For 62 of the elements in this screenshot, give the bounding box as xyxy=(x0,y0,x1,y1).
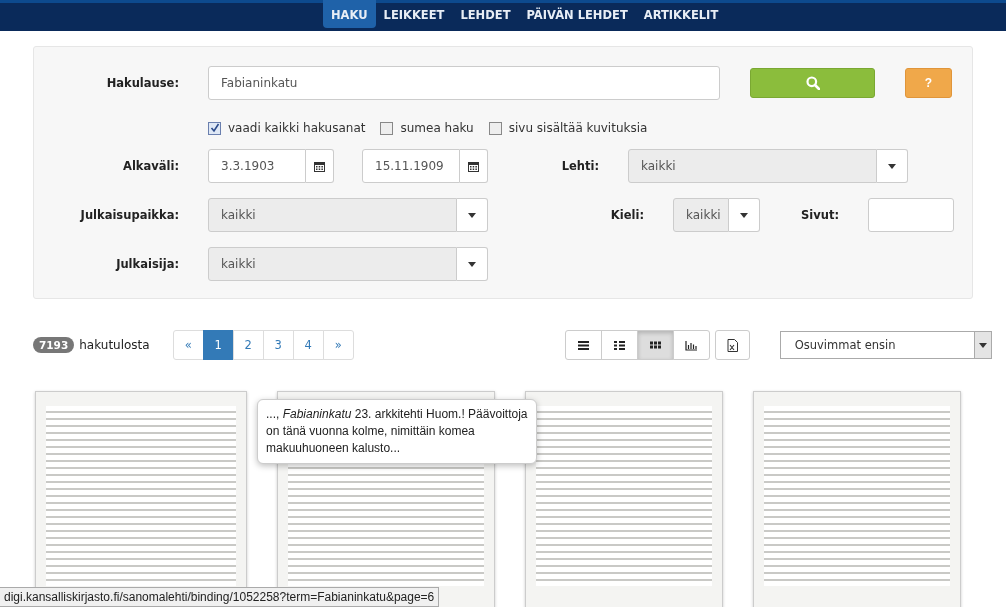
start-date-field[interactable]: 3.3.1903 xyxy=(208,149,306,183)
caret-icon xyxy=(740,212,748,218)
checkbox[interactable] xyxy=(488,121,502,135)
page-link[interactable]: 1 xyxy=(202,330,234,360)
checkbox[interactable] xyxy=(380,121,394,135)
nav-tab[interactable]: LEHDET xyxy=(452,0,519,28)
page-link[interactable]: 3 xyxy=(262,330,294,360)
dropdown-button[interactable] xyxy=(729,198,760,232)
calendar-button[interactable] xyxy=(306,149,334,183)
calendar-icon xyxy=(314,160,325,172)
field-label: Julkaisija: xyxy=(114,257,179,271)
field-label: Alkaväli: xyxy=(122,159,179,173)
checkbox-label[interactable]: sivu sisältää kuvituksia xyxy=(508,121,648,135)
select-field[interactable]: kaikki xyxy=(208,198,457,232)
grid-view-button[interactable] xyxy=(636,330,674,360)
caret-icon xyxy=(468,212,476,218)
dropdown-button[interactable] xyxy=(877,149,908,183)
page-link[interactable]: 4 xyxy=(292,330,324,360)
checkbox-label[interactable]: sumea haku xyxy=(400,121,474,135)
grid-icon xyxy=(648,339,662,351)
field-label: Sivut: xyxy=(800,208,839,222)
select-field[interactable]: kaikki xyxy=(628,149,877,183)
calendar-icon xyxy=(468,160,479,172)
list-icon xyxy=(576,339,590,351)
select-field[interactable]: kaikki xyxy=(673,198,729,232)
nav-tab[interactable]: ARTIKKELIT xyxy=(635,0,727,28)
result-count-label: hakutulosta xyxy=(79,338,150,352)
detail-list-icon xyxy=(612,339,626,351)
caret-icon xyxy=(888,163,896,169)
dropdown-button[interactable] xyxy=(457,198,488,232)
select-field[interactable]: kaikki xyxy=(208,247,457,281)
checkbox[interactable] xyxy=(208,121,221,135)
nav-tab[interactable]: PÄIVÄN LEHDET xyxy=(518,0,636,28)
export-button[interactable] xyxy=(714,330,750,360)
search-button[interactable] xyxy=(750,68,875,98)
result-count-badge: 7193 xyxy=(33,337,75,353)
sort-dropdown[interactable]: Osuvimmat ensin xyxy=(779,331,992,359)
nav-tab[interactable]: HAKU xyxy=(323,0,376,28)
search-field[interactable]: Fabianinkatu xyxy=(208,66,720,100)
page-link[interactable]: 2 xyxy=(232,330,264,360)
end-date-field[interactable]: 15.11.1909 xyxy=(362,149,460,183)
search-icon xyxy=(805,76,820,90)
page-link[interactable]: » xyxy=(322,330,354,360)
page-link[interactable]: « xyxy=(172,330,204,360)
field-label: Hakulause: xyxy=(105,76,179,90)
status-bar-url: digi.kansalliskirjasto.fi/sanomalehti/binding/1052258?term=Fabianinkatu&page=6 xyxy=(0,587,440,607)
dropdown-button[interactable] xyxy=(457,247,488,281)
field-label: Julkaisupaikka: xyxy=(79,208,179,222)
nav-tab[interactable]: LEIKKEET xyxy=(375,0,453,28)
field-label: Kieli: xyxy=(609,208,644,222)
list-view-button[interactable] xyxy=(564,330,602,360)
bar-chart-icon xyxy=(684,339,698,351)
pages-field[interactable] xyxy=(868,198,954,232)
chart-view-button[interactable] xyxy=(672,330,710,360)
calendar-button[interactable] xyxy=(460,149,488,183)
checkbox-label[interactable]: vaadi kaikki hakusanat xyxy=(228,121,366,135)
spreadsheet-icon xyxy=(726,338,738,352)
caret-icon xyxy=(978,342,987,348)
field-label: Lehti: xyxy=(560,159,599,173)
caret-icon xyxy=(468,261,476,267)
tooltip-text: ..., Fabianinkatu 23. arkkitehti Huom.! Päävoittoja on tänä vuonna kolme, nimittäin komea makuuhuoneen kalusto... xyxy=(266,407,528,455)
detail-view-button[interactable] xyxy=(600,330,638,360)
